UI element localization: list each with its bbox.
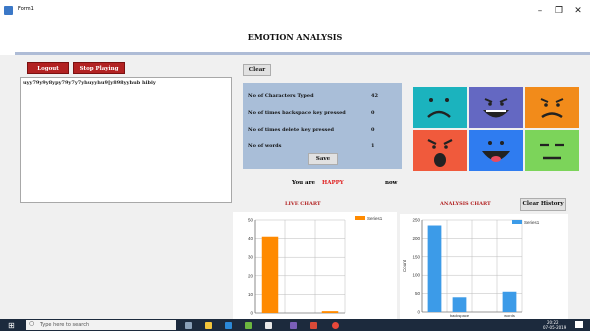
y-tick-label: 30 [248, 255, 254, 260]
chart-bar [502, 291, 517, 312]
y-tick-label: 50 [415, 291, 421, 296]
live-chart: 0 10 20 30 40 50 Series1 [233, 212, 397, 319]
logout-button[interactable]: Logout [27, 62, 69, 74]
stat-label-words: No of words [248, 143, 282, 149]
chrome-icon[interactable] [332, 322, 339, 329]
status-suffix: now [385, 180, 398, 186]
maximize-button[interactable]: ❐ [551, 3, 567, 19]
save-button[interactable]: Save [308, 153, 338, 165]
status-emotion: HAPPY [322, 180, 344, 186]
window-titlebar: Form1 – ❐ ✕ [0, 0, 590, 22]
edge-browser-icon[interactable] [225, 322, 232, 329]
window-title: Form1 [18, 6, 34, 12]
clock-date: 07-05-2019 [543, 325, 567, 330]
y-tick-label: 0 [250, 311, 253, 316]
sad-emoji-icon [413, 87, 467, 128]
x-tick-label: backspace [450, 313, 470, 318]
stat-value-delete: 0 [371, 127, 375, 133]
search-placeholder: Type here to search [40, 321, 90, 328]
stat-value-characters: 42 [371, 93, 378, 99]
stat-label-backspace: No of times backspace key pressed [248, 110, 346, 116]
legend-swatch [355, 216, 365, 220]
y-tick-label: 40 [248, 236, 254, 241]
stop-playing-button[interactable]: Stop Playing [73, 62, 125, 74]
page-title: EMOTION ANALYSIS [247, 32, 343, 42]
app-header: EMOTION ANALYSIS [0, 22, 590, 55]
y-tick-label: 0 [417, 310, 420, 315]
stat-value-words: 1 [371, 143, 375, 149]
x-tick-label: words [504, 313, 515, 318]
y-tick-label: 250 [412, 218, 420, 223]
status-prefix: You are [292, 180, 315, 186]
stats-panel: No of Characters Typed 42 No of times ba… [243, 83, 402, 169]
clear-button[interactable]: Clear [243, 64, 271, 76]
chart-bar [452, 297, 467, 312]
visual-studio-icon[interactable] [290, 322, 297, 329]
angry-emoji-icon [413, 130, 467, 171]
legend-label: Series1 [524, 220, 540, 225]
live-chart-svg: 0 10 20 30 40 50 Series1 [248, 216, 383, 316]
mail-icon[interactable] [265, 322, 272, 329]
analysis-chart: 0 50 100 150 200 250 backspace words Count Series… [400, 214, 568, 319]
y-tick-label: 50 [248, 218, 254, 223]
chart-bar [261, 236, 279, 313]
clear-history-button[interactable]: Clear History [520, 198, 566, 211]
stat-label-characters: No of Characters Typed [248, 93, 314, 99]
typing-textarea[interactable]: uyy79y9y8ypy79y7y7yhuyyhu9[y898yyhub hib… [20, 77, 232, 203]
y-tick-label: 10 [248, 292, 254, 297]
stat-label-delete: No of times delete key pressed [248, 127, 335, 133]
stat-value-backspace: 0 [371, 110, 375, 116]
task-view-icon[interactable] [185, 322, 192, 329]
header-divider [15, 52, 590, 55]
taskbar-search-box[interactable]: ○ Type here to search [26, 320, 176, 330]
typed-text: uyy79y9y8ypy79y7y7yhuyyhu9[y898yyhub hib… [23, 80, 156, 86]
worried-emoji-icon [525, 87, 579, 128]
live-chart-title: LIVE CHART [285, 201, 321, 207]
windows-start-icon[interactable]: ⊞ [8, 321, 15, 330]
y-axis-label: Count [402, 259, 407, 272]
analysis-chart-svg: 0 50 100 150 200 250 backspace words Count Series… [402, 218, 540, 319]
y-tick-label: 20 [248, 273, 254, 278]
app-icon [4, 6, 13, 15]
chart-bar [321, 311, 339, 313]
minimize-button[interactable]: – [532, 3, 548, 19]
store-icon[interactable] [245, 322, 252, 329]
close-button[interactable]: ✕ [570, 3, 586, 19]
y-tick-label: 100 [412, 273, 420, 278]
search-icon: ○ [29, 320, 35, 327]
analysis-chart-title: ANALYSIS CHART [440, 201, 491, 207]
y-tick-label: 150 [412, 254, 420, 259]
app-running-icon[interactable] [310, 322, 317, 329]
legend-label: Series1 [367, 216, 383, 221]
notification-icon[interactable] [575, 321, 583, 328]
laughing-emoji-icon [469, 87, 523, 128]
y-tick-label: 200 [412, 236, 420, 241]
legend-swatch [512, 220, 522, 224]
chart-bar [427, 225, 442, 312]
file-explorer-icon[interactable] [205, 322, 212, 329]
happy-tongue-emoji-icon [469, 130, 523, 171]
meh-emoji-icon [525, 130, 579, 171]
